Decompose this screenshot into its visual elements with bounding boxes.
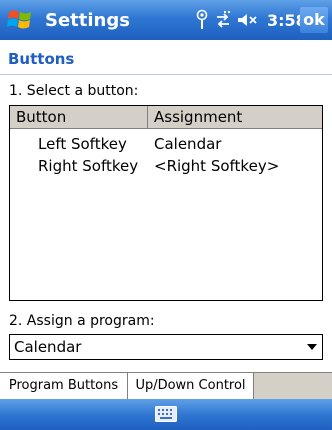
connectivity-icon — [217, 11, 230, 28]
window-title: Settings — [45, 10, 130, 31]
assignment-value: <Right Softkey> — [154, 157, 280, 175]
tab-up-down-control[interactable]: Up/Down Control — [128, 372, 254, 399]
tab-program-buttons[interactable]: Program Buttons — [0, 373, 128, 399]
list-header: Button Assignment — [10, 106, 322, 129]
column-header-assignment[interactable]: Assignment — [148, 106, 322, 128]
list-item[interactable]: Left Softkey Calendar — [10, 133, 322, 155]
chevron-down-icon[interactable] — [307, 344, 317, 350]
title-bar: Settings 3:58 ok — [0, 0, 332, 40]
keyboard-icon[interactable] — [155, 406, 177, 422]
status-icons[interactable] — [196, 9, 266, 31]
buttons-list[interactable]: Button Assignment Left Softkey Calendar … — [9, 105, 323, 301]
assign-program-label: 2. Assign a program: — [9, 313, 155, 329]
program-dropdown[interactable]: Calendar — [9, 334, 323, 360]
button-name: Right Softkey — [38, 157, 139, 175]
divider — [0, 74, 332, 75]
button-name: Left Softkey — [38, 135, 127, 153]
dropdown-value: Calendar — [14, 338, 82, 356]
menu-bar — [0, 399, 332, 430]
assignment-value: Calendar — [154, 135, 222, 153]
tab-strip: Program Buttons Up/Down Control — [0, 372, 332, 399]
ok-button[interactable]: ok — [300, 7, 328, 33]
windows-start-icon[interactable] — [6, 7, 34, 33]
antenna-icon — [196, 9, 208, 29]
list-item[interactable]: Right Softkey <Right Softkey> — [10, 155, 322, 177]
select-button-label: 1. Select a button: — [9, 83, 139, 99]
page-title: Buttons — [8, 50, 75, 68]
speaker-mute-icon — [238, 14, 257, 26]
column-header-button[interactable]: Button — [10, 106, 148, 128]
